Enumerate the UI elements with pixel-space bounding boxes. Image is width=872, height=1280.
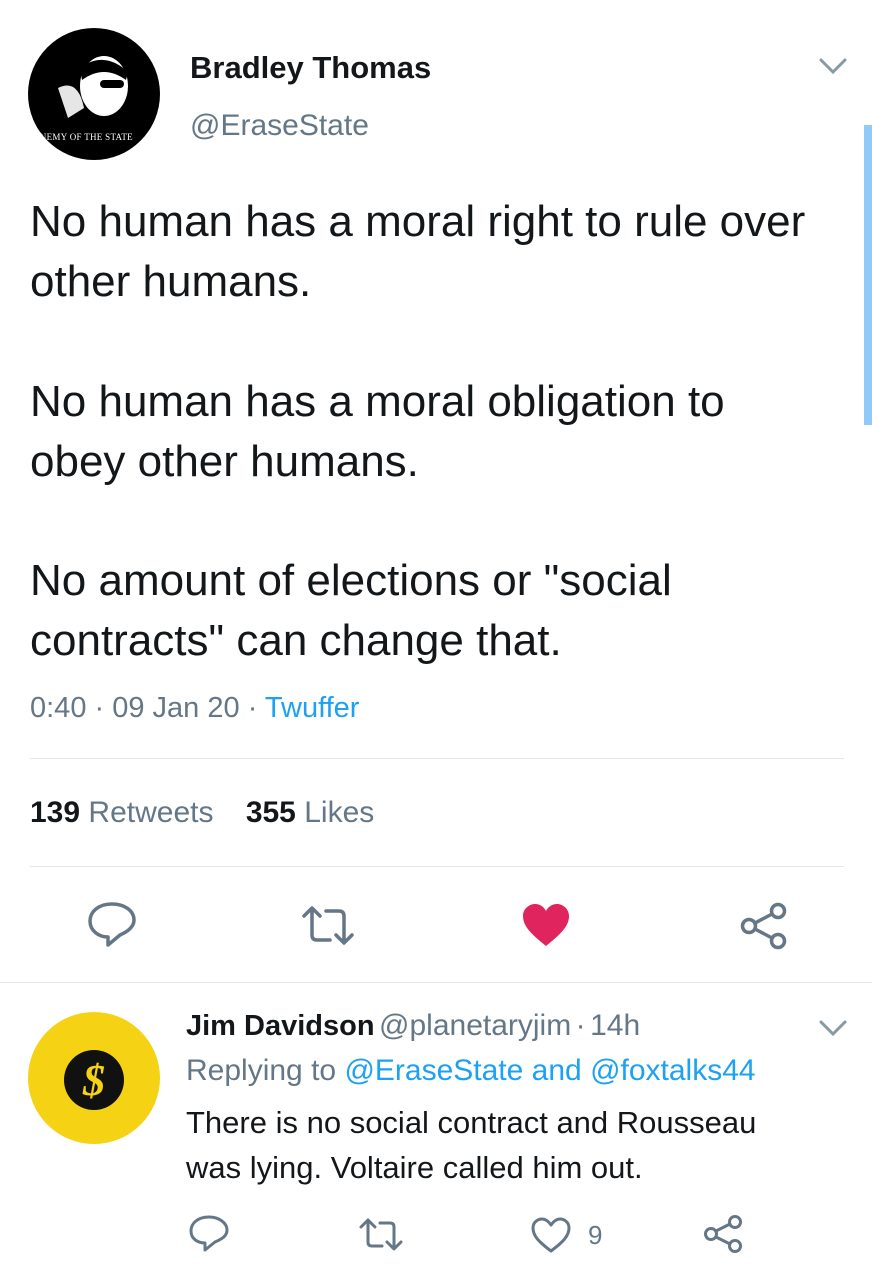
reply-mention[interactable]: @foxtalks44 — [590, 1054, 756, 1087]
tweet-paragraph: No human has a moral right to rule over … — [30, 197, 806, 306]
reply-icon[interactable] — [188, 1214, 230, 1254]
meta-separator: · — [94, 692, 113, 724]
divider — [30, 866, 844, 867]
author-avatar[interactable]: ENEMY OF THE STATE — [28, 28, 160, 160]
engagement-stats: 139 Retweets 355 Likes — [30, 796, 374, 830]
retweet-icon[interactable] — [300, 905, 356, 947]
author-handle[interactable]: @EraseState — [190, 109, 369, 143]
reply-author-name[interactable]: Jim Davidson — [186, 1010, 375, 1042]
tweet-date: 09 Jan 20 — [112, 692, 240, 724]
tweet-paragraph: No human has a moral obligation to obey … — [30, 377, 725, 486]
scrollbar[interactable] — [864, 125, 872, 425]
replying-to-line: Replying to @EraseState and @foxtalks44 — [186, 1054, 756, 1088]
reply-like-count: 9 — [588, 1220, 603, 1250]
tweet-meta: 0:40 · 09 Jan 20 · Twuffer — [30, 692, 359, 725]
heart-icon[interactable] — [521, 902, 571, 948]
reply-icon[interactable] — [86, 900, 138, 948]
reply-mention[interactable]: @EraseState — [344, 1054, 523, 1087]
retweet-icon[interactable] — [358, 1218, 404, 1252]
meta-separator: · — [247, 692, 265, 724]
share-icon[interactable] — [739, 902, 789, 950]
divider — [30, 758, 844, 759]
chevron-down-icon[interactable] — [818, 56, 848, 76]
reply-age: 14h — [590, 1009, 641, 1042]
likes-stat[interactable]: 355 Likes — [246, 796, 374, 829]
tweet-paragraph: No amount of elections or "social contra… — [30, 556, 672, 665]
like-count: 355 — [245, 796, 296, 829]
dollar-icon: $ — [64, 1050, 124, 1110]
meta-separator: · — [575, 1009, 586, 1042]
tweet-source[interactable]: Twuffer — [265, 692, 360, 724]
author-name[interactable]: Bradley Thomas — [190, 50, 431, 86]
like-label: Likes — [304, 796, 375, 829]
retweet-count: 139 — [30, 796, 81, 829]
reply-and-text: and — [531, 1054, 582, 1087]
share-icon[interactable] — [702, 1214, 744, 1254]
replying-to-label: Replying to — [186, 1054, 337, 1087]
retweets-stat[interactable]: 139 Retweets — [30, 796, 222, 829]
reply-avatar[interactable]: $ — [28, 1012, 160, 1144]
heart-outline-icon[interactable] — [530, 1216, 572, 1254]
reply-header: Jim Davidson @planetaryjim · 14h — [186, 1009, 640, 1043]
retweet-label: Retweets — [88, 796, 214, 829]
tweet-time: 0:40 — [30, 692, 87, 724]
avatar-caption: ENEMY OF THE STATE — [34, 132, 133, 142]
divider — [0, 982, 872, 983]
reply-author-handle[interactable]: @planetaryjim — [379, 1009, 571, 1042]
reply-text: There is no social contract and Rousseau… — [186, 1105, 757, 1185]
chevron-down-icon[interactable] — [818, 1018, 848, 1038]
svg-text:$: $ — [82, 1056, 105, 1105]
